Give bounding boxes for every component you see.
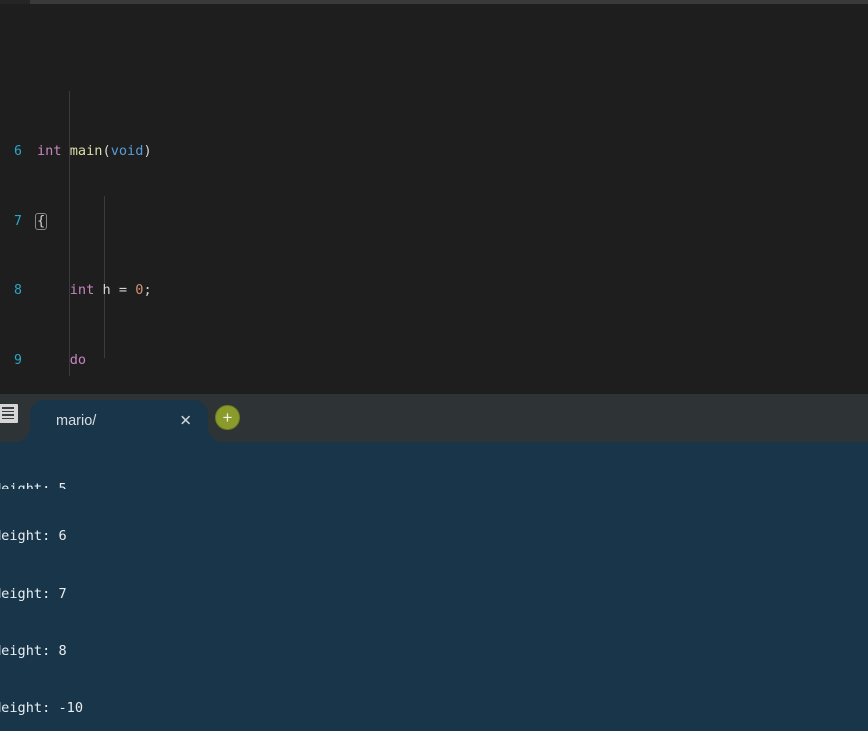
terminal-line-partial: Height: 5 xyxy=(0,481,67,490)
terminal-tab-label: mario/ xyxy=(56,413,97,429)
screen: 6 int main(void) 7 { 8 int h = 0; 9 do 1… xyxy=(0,0,868,731)
terminal-list-icon-line xyxy=(2,414,14,416)
terminal-tabbar[interactable]: mario/ ✕ + xyxy=(0,394,868,442)
terminal-line: Height: 6 xyxy=(0,528,67,545)
code-row[interactable]: 6 int main(void) xyxy=(0,143,868,161)
code-editor[interactable]: 6 int main(void) 7 { 8 int h = 0; 9 do 1… xyxy=(0,4,868,394)
line-number: 6 xyxy=(0,143,30,161)
terminal-list-icon-line xyxy=(2,410,14,413)
terminal-line: Height: 8 xyxy=(0,642,67,659)
terminal-panel[interactable]: mario/ ✕ + Height: 5 Height: 6 Height: 7… xyxy=(0,394,868,731)
line-content[interactable]: { xyxy=(30,212,868,230)
add-terminal-tab-button[interactable]: + xyxy=(215,405,240,430)
line-number: 7 xyxy=(0,212,30,231)
indent-guide xyxy=(69,91,70,376)
terminal-list-icon[interactable] xyxy=(0,404,20,424)
close-icon[interactable]: ✕ xyxy=(179,414,192,429)
terminal-tab-mario[interactable]: mario/ ✕ xyxy=(30,400,208,442)
terminal-line: Height: -10 xyxy=(0,700,84,717)
line-number: 9 xyxy=(0,352,30,370)
line-number: 8 xyxy=(0,282,30,300)
terminal-list-icon-line xyxy=(2,417,14,420)
matching-bracket-open: { xyxy=(35,212,48,230)
line-content[interactable]: int main(void) xyxy=(30,143,868,160)
line-content[interactable]: int h = 0; xyxy=(30,282,868,299)
terminal-list-icon-line xyxy=(2,407,14,409)
code-row[interactable]: 9 do xyxy=(0,352,868,370)
terminal-output[interactable]: Height: 5 Height: 6 Height: 7 Height: 8 … xyxy=(0,442,868,731)
code-row[interactable]: 7 { xyxy=(0,212,868,231)
code-row[interactable]: 8 int h = 0; xyxy=(0,282,868,300)
code-lines[interactable]: 6 int main(void) 7 { 8 int h = 0; 9 do 1… xyxy=(0,4,868,394)
terminal-line: Height: 7 xyxy=(0,585,67,602)
line-content[interactable]: do xyxy=(30,352,868,369)
